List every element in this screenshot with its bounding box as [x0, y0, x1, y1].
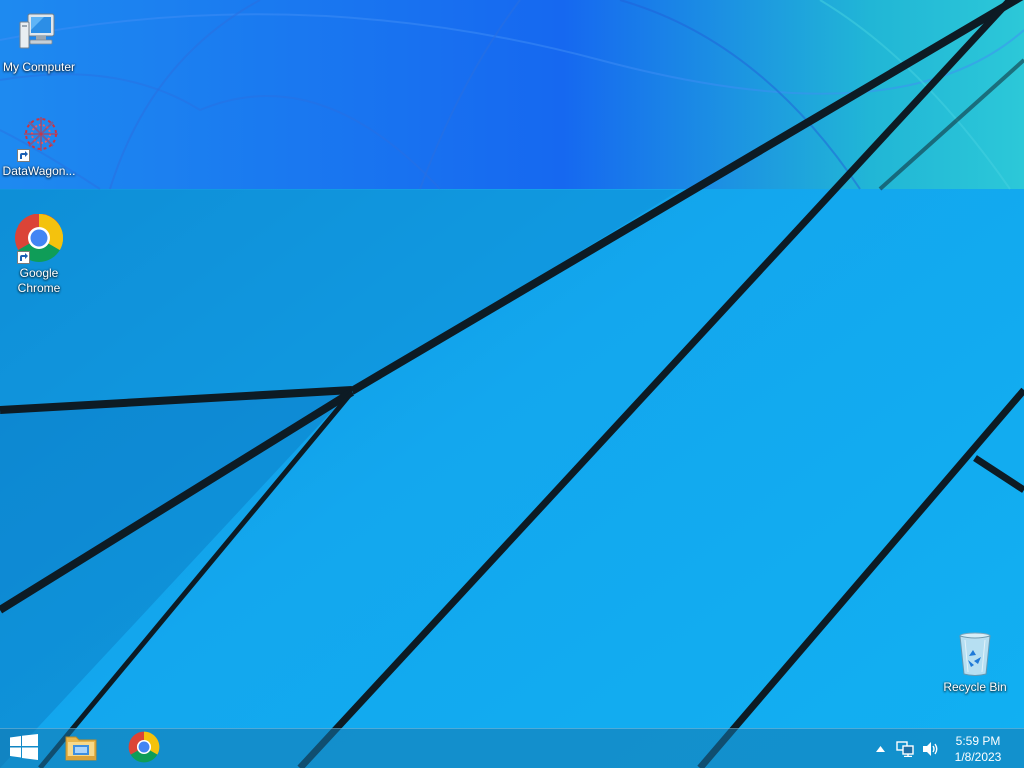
- desktop-icon-google-chrome[interactable]: Google Chrome: [0, 213, 78, 296]
- taskbar: 5:59 PM 1/8/2023: [0, 728, 1024, 768]
- chrome-icon: [128, 731, 160, 768]
- desktop-icon-label: Recycle Bin: [943, 680, 1007, 694]
- clock-time: 5:59 PM: [955, 734, 1001, 748]
- taskbar-clock[interactable]: 5:59 PM 1/8/2023: [946, 733, 1010, 765]
- clock-date: 1/8/2023: [954, 750, 1002, 764]
- windows-start-icon: [10, 733, 38, 765]
- desktop-icon-recycle-bin[interactable]: Recycle Bin: [936, 630, 1014, 695]
- desktop-icon-label: DataWagon...: [2, 164, 76, 178]
- recycle-bin-icon: [950, 630, 1000, 678]
- computer-icon: [14, 8, 64, 58]
- chrome-icon: [14, 213, 64, 264]
- desktop-icon-datawagon[interactable]: DataWagon...: [0, 112, 78, 179]
- desktop[interactable]: My Computer DataWagon... Google Chrome R…: [0, 0, 1024, 768]
- taskbar-chrome-button[interactable]: [119, 729, 169, 768]
- shortcut-arrow-icon: [17, 149, 30, 162]
- shortcut-arrow-icon: [17, 251, 30, 264]
- datawagon-icon: [14, 112, 64, 162]
- folder-icon: [64, 732, 98, 767]
- desktop-icon-my-computer[interactable]: My Computer: [0, 8, 78, 75]
- volume-icon[interactable]: [920, 739, 942, 759]
- wallpaper: [0, 0, 1024, 768]
- start-button[interactable]: [0, 729, 48, 768]
- desktop-icon-label: My Computer: [2, 60, 76, 74]
- network-icon[interactable]: [894, 739, 916, 759]
- show-hidden-icons-chevron[interactable]: [872, 739, 888, 759]
- desktop-icon-label: Google Chrome: [17, 266, 61, 295]
- taskbar-file-explorer-button[interactable]: [56, 729, 106, 768]
- system-tray: 5:59 PM 1/8/2023: [864, 729, 1024, 768]
